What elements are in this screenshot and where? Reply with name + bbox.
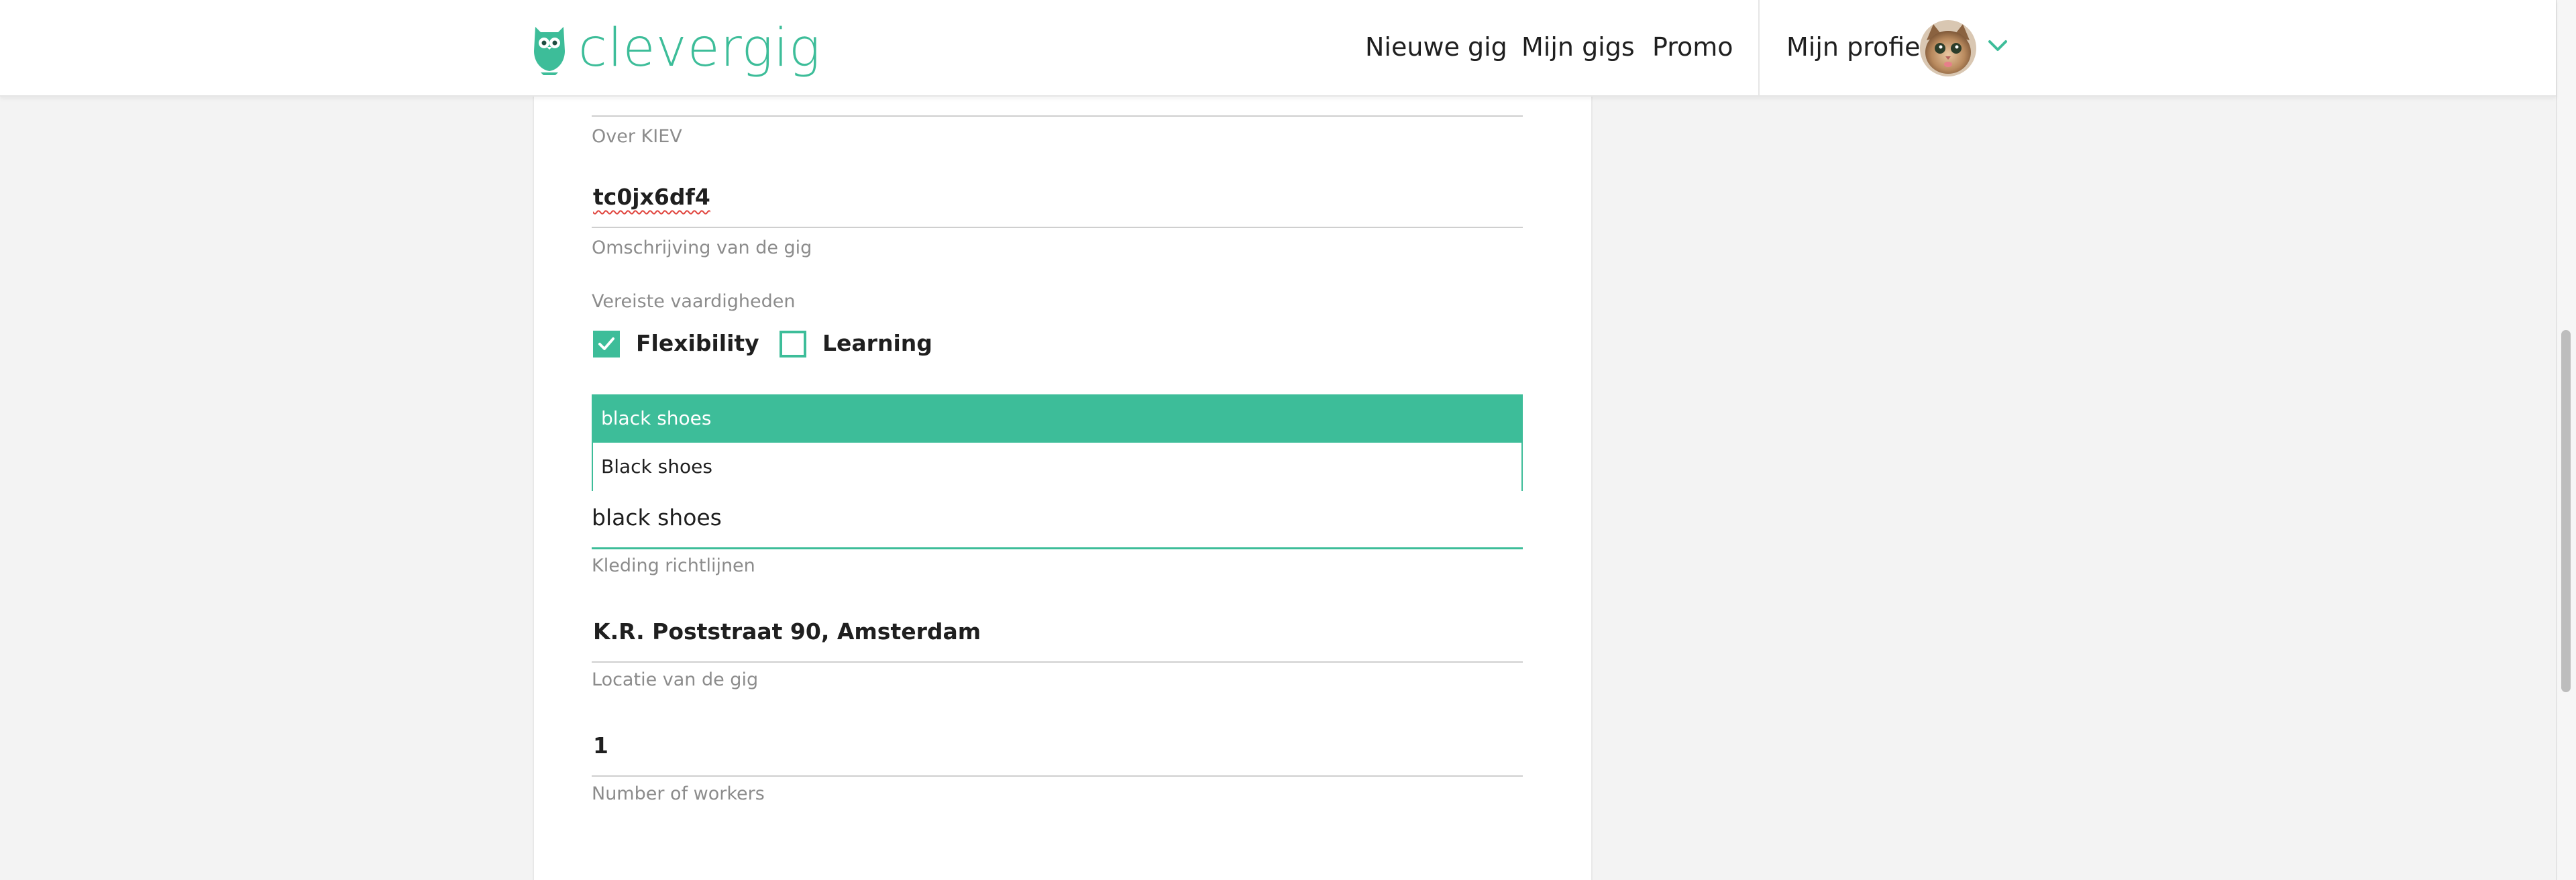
scrollbar-thumb[interactable] — [2561, 330, 2571, 692]
about-company-helper: Over KIEV — [592, 126, 682, 147]
workers-helper: Number of workers — [592, 783, 765, 804]
suggestion-option[interactable]: Black shoes — [593, 443, 1521, 491]
nav-new-gig[interactable]: Nieuwe gig — [1365, 30, 1507, 64]
learning-checkbox[interactable] — [780, 331, 806, 358]
nav-my-profile[interactable]: Mijn profiel — [1786, 30, 1927, 64]
nav-my-gigs[interactable]: Mijn gigs — [1521, 30, 1635, 64]
dress-code-helper: Kleding richtlijnen — [592, 555, 755, 576]
check-icon — [598, 337, 614, 350]
dress-code-underline — [592, 547, 1523, 549]
location-underline — [592, 661, 1523, 663]
workers-input[interactable]: 1 — [593, 731, 608, 761]
learning-label[interactable]: Learning — [822, 329, 932, 358]
about-company-underline[interactable] — [592, 115, 1523, 117]
gig-description-helper: Omschrijving van de gig — [592, 237, 812, 258]
required-skills-label: Vereiste vaardigheden — [592, 291, 796, 312]
avatar[interactable] — [1920, 20, 1976, 76]
clevergig-logo[interactable]: clevergig — [531, 20, 821, 76]
nav-divider — [1758, 0, 1760, 95]
gig-description-input[interactable]: tc0jx6df4 — [593, 182, 710, 212]
owl-logo-icon — [534, 27, 565, 75]
flexibility-checkbox[interactable] — [593, 331, 620, 358]
flexibility-label[interactable]: Flexibility — [636, 329, 759, 358]
dress-code-input[interactable]: black shoes — [592, 503, 722, 533]
dress-code-suggestions: black shoes Black shoes — [592, 394, 1523, 491]
logo-text: clevergig — [578, 18, 821, 78]
top-navigation-bar: clevergig Nieuwe gig Mijn gigs Promo Mij… — [0, 0, 2556, 97]
location-helper: Locatie van de gig — [592, 669, 759, 690]
workers-underline — [592, 775, 1523, 777]
nav-promo[interactable]: Promo — [1652, 30, 1733, 64]
location-input[interactable]: K.R. Poststraat 90, Amsterdam — [593, 617, 981, 647]
chevron-down-icon[interactable] — [1987, 38, 2008, 54]
gig-description-underline — [592, 227, 1523, 228]
suggestion-option[interactable]: black shoes — [593, 394, 1521, 443]
